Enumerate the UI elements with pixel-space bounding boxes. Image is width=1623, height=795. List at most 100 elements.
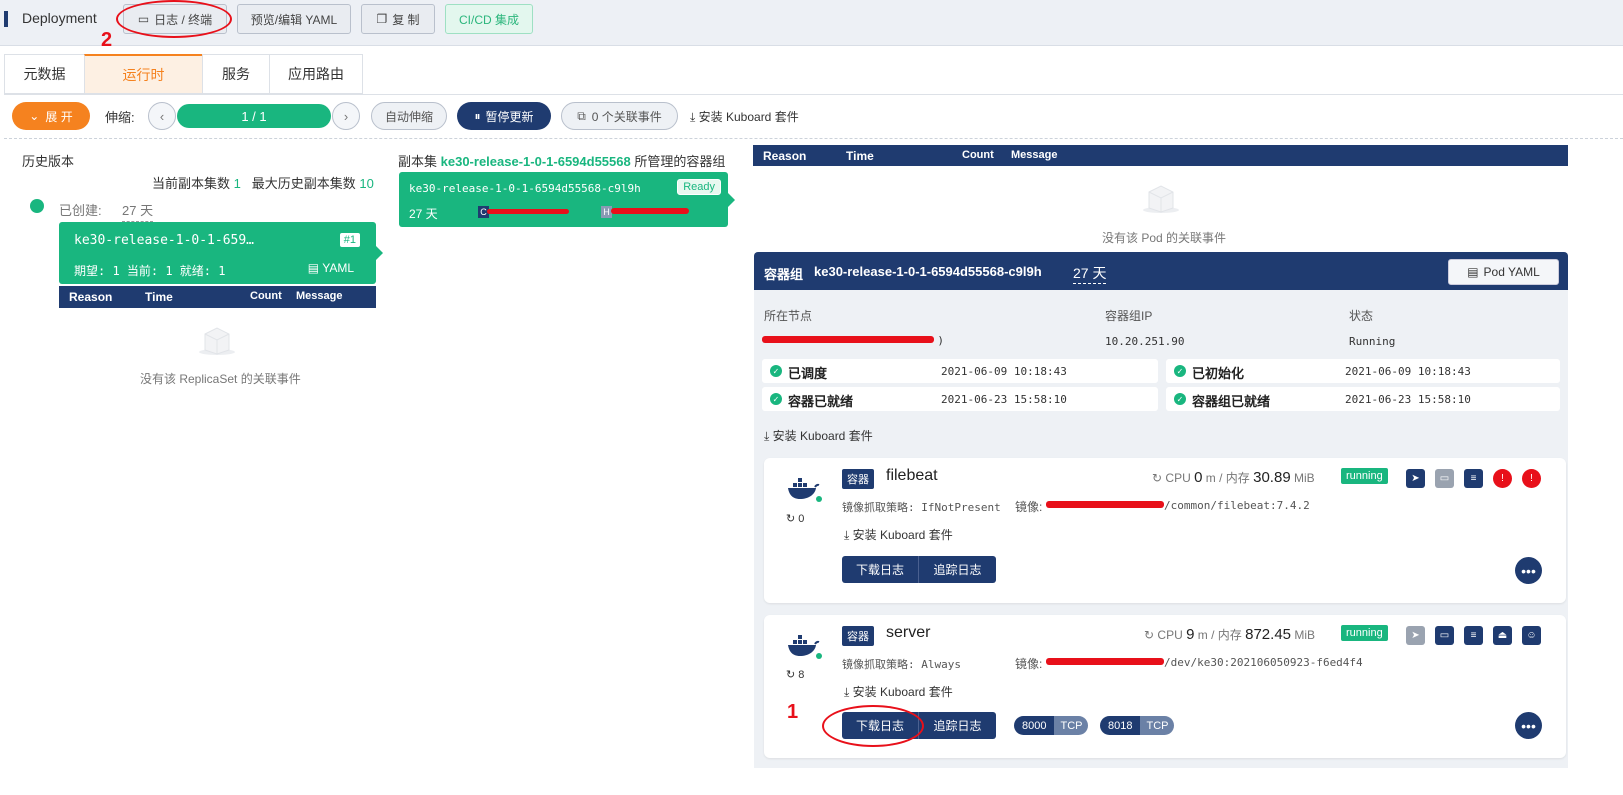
expand-button[interactable]: ⌄ 展 开 <box>12 102 90 130</box>
send-icon[interactable]: ➤ <box>1406 626 1425 645</box>
database-icon[interactable]: ≡ <box>1464 469 1483 488</box>
scale-down-button[interactable]: ‹ <box>148 102 176 130</box>
copy-button[interactable]: ❐ 复 制 <box>361 4 435 34</box>
container-card-filebeat: ↻ 0 容器 filebeat ↻ CPU 0 m / 内存 30.89 MiB… <box>764 458 1566 603</box>
port-badge: 8000 TCP <box>1014 716 1089 735</box>
restart-icon: ↻ <box>786 513 796 525</box>
replicaset-pods-title: 副本集 ke30-release-1-0-1-6594d55568 所管理的容器… <box>398 154 726 169</box>
download-icon: ⤓ <box>844 685 850 699</box>
chevron-down-icon: ⌄ <box>29 109 40 123</box>
history-title: 历史版本 <box>22 154 75 169</box>
chevron-right-icon: › <box>343 108 349 124</box>
terminal-icon[interactable]: ▭ <box>1435 626 1454 645</box>
redaction-mark <box>762 336 934 343</box>
pod-ip-value: 10.20.251.90 <box>1105 335 1185 348</box>
image-value: /dev/ke30:202106050923-f6ed4f4 <box>1164 656 1363 669</box>
volume-icon[interactable]: ⏏ <box>1493 626 1512 645</box>
top-bar: Deployment ▭ 日志 / 终端 预览/编辑 YAML ❐ 复 制 CI/C… <box>0 0 1623 46</box>
restart-icon: ↻ <box>786 669 796 681</box>
redaction-mark <box>487 209 569 214</box>
scale-slider[interactable]: 1 / 1 <box>177 104 331 128</box>
pod-card[interactable]: ke30-release-1-0-1-6594d55568-c9l9h Read… <box>399 172 728 227</box>
events-count-button[interactable]: ⧉ 0 个关联事件 <box>561 102 678 130</box>
alert-icon[interactable]: ! <box>1522 469 1541 488</box>
pod-ready-badge: Ready <box>677 179 721 195</box>
created-label: 已创建: <box>59 203 102 218</box>
col-time: Time <box>846 149 874 163</box>
send-icon[interactable]: ➤ <box>1406 469 1425 488</box>
image-value: /common/filebeat:7.4.2 <box>1164 499 1310 512</box>
container-name: filebeat <box>886 467 938 484</box>
install-kuboard-link[interactable]: ⤓ 安装 Kuboard 套件 <box>690 108 799 125</box>
pod-header: 容器组 ke30-release-1-0-1-6594d55568-c9l9h … <box>754 252 1568 290</box>
pod-ip-label: 容器组IP <box>1105 309 1153 323</box>
port-protocol: TCP <box>1140 716 1175 735</box>
event-icon: ⧉ <box>577 108 586 123</box>
col-time: Time <box>145 290 173 304</box>
refresh-icon: ↻ <box>1152 471 1163 485</box>
database-icon[interactable]: ≡ <box>1464 626 1483 645</box>
tab-ingress[interactable]: 应用路由 <box>269 54 363 94</box>
download-icon: ⤓ <box>690 110 696 124</box>
pod-label: 容器组 <box>764 267 804 282</box>
check-circle-icon: ✓ <box>1174 393 1186 405</box>
divider <box>4 138 1623 139</box>
annotation-number-1: 1 <box>787 701 799 723</box>
running-dot <box>816 496 822 502</box>
status-label: 状态 <box>1349 309 1374 323</box>
edit-yaml-button[interactable]: 预览/编辑 YAML <box>237 4 351 34</box>
timeline-dot <box>30 199 44 213</box>
tab-divider <box>4 94 1623 95</box>
log-button-group: 下载日志 追踪日志 <box>842 556 996 583</box>
col-count: Count <box>250 290 282 302</box>
condition-initialized: ✓ 已初始化 2021-06-09 10:18:43 <box>1166 359 1560 383</box>
running-dot <box>816 653 822 659</box>
status-value: Running <box>1349 335 1396 348</box>
tab-bar: 元数据 运行时 服务 应用路由 <box>4 54 363 94</box>
pause-update-button[interactable]: ⏸ 暂停更新 <box>457 102 551 130</box>
check-circle-icon: ✓ <box>770 365 782 377</box>
resource-kind: Deployment <box>22 10 97 26</box>
pod-empty-events: 没有该 Pod 的关联事件 <box>1102 231 1227 245</box>
revision-badge: #1 <box>339 233 360 247</box>
pod-yaml-button[interactable]: ▤ Pod YAML <box>1448 259 1559 285</box>
terminal-icon[interactable]: ▭ <box>1435 469 1454 488</box>
cicd-button[interactable]: CI/CD 集成 <box>445 4 533 34</box>
alert-icon[interactable]: ! <box>1493 469 1512 488</box>
replicaset-name-link[interactable]: ke30-release-1-0-1-6594d55568 <box>441 154 631 169</box>
tab-metadata[interactable]: 元数据 <box>4 54 84 94</box>
download-logs-button[interactable]: 下载日志 <box>842 556 919 583</box>
scale-up-button[interactable]: › <box>332 102 360 130</box>
install-kuboard-link[interactable]: ⤓ 安装 Kuboard 套件 <box>764 427 873 444</box>
tab-services[interactable]: 服务 <box>202 54 269 94</box>
replicaset-card[interactable]: ke30-release-1-0-1-659… #1 期望: 1 当前: 1 就… <box>59 222 376 284</box>
pod-body: 所在节点 ) 容器组IP 10.20.251.90 状态 Running ✓ 已… <box>754 290 1568 768</box>
container-tag: 容器 <box>842 626 874 646</box>
chevron-left-icon: ‹ <box>159 108 165 124</box>
annotation-number-2: 2 <box>101 29 113 51</box>
install-kuboard-link[interactable]: ⤓ 安装 Kuboard 套件 <box>844 683 953 700</box>
follow-logs-button[interactable]: 追踪日志 <box>919 712 996 739</box>
image-label: 镜像: <box>1015 657 1043 671</box>
pod-age: 27 天 <box>1073 263 1107 284</box>
pod-name: ke30-release-1-0-1-6594d55568-c9l9h <box>409 182 641 195</box>
download-icon: ⤓ <box>764 429 770 443</box>
more-icon[interactable]: ••• <box>1515 557 1542 584</box>
container-name: server <box>886 624 931 641</box>
card-arrow <box>376 246 383 260</box>
install-kuboard-link[interactable]: ⤓ 安装 Kuboard 套件 <box>844 526 953 543</box>
pull-policy: 镜像抓取策略: Always <box>842 658 961 671</box>
check-circle-icon: ✓ <box>770 393 782 405</box>
tab-runtime[interactable]: 运行时 <box>84 54 202 94</box>
container-state-badge: running <box>1341 468 1388 484</box>
pause-icon: ⏸ <box>474 108 481 123</box>
card-arrow <box>728 193 735 207</box>
replicaset-yaml-link[interactable]: ▤ YAML <box>308 261 354 275</box>
created-value: 27 天 <box>122 200 154 222</box>
more-icon[interactable]: ••• <box>1515 712 1542 739</box>
pod-events-header: Reason Time Count Message <box>753 145 1568 166</box>
follow-logs-button[interactable]: 追踪日志 <box>919 556 996 583</box>
col-message: Message <box>1011 149 1058 161</box>
autoscale-button[interactable]: 自动伸缩 <box>371 102 447 130</box>
user-icon[interactable]: ☺ <box>1522 626 1541 645</box>
